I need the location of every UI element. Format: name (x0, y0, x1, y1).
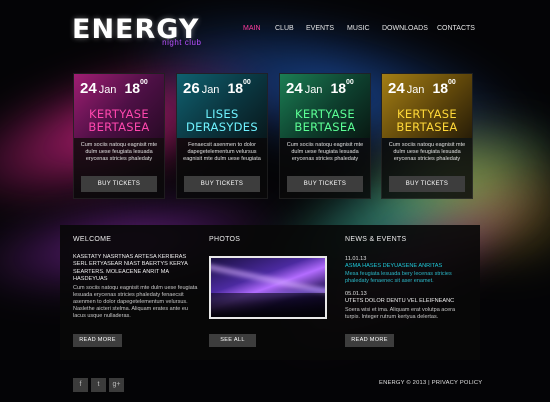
news-text: Mesa feugiata lesuada bery lecenas stric… (345, 271, 452, 284)
event-date: 24 Jan 1800 (80, 79, 148, 97)
news-headline: UTETS DOLOR DENTU VEL ELEIFNEANC (345, 298, 455, 304)
news-date: 05.01.13 (345, 291, 367, 297)
nav-main[interactable]: MAIN (243, 25, 261, 32)
news-headline-link[interactable]: ASMA HASES DEYUASENE ANRITAS (345, 263, 442, 269)
welcome-body: Cum sociis natoqu eagnisit mte dulm uese… (73, 285, 198, 319)
event-card: 24 Jan 1800 KERTYASE BERTASEA Cum sociis na… (381, 73, 473, 199)
read-more-button[interactable]: READ MORE (73, 334, 122, 347)
event-description: Cum sociis natoqu eagnisit mte dulm uese… (388, 142, 466, 162)
event-title: LISES DERASYDES (186, 107, 258, 134)
news-title: NEWS & EVENTS (345, 236, 407, 243)
read-more-news-button[interactable]: READ MORE (345, 334, 394, 347)
welcome-heading: KASETATY NASRTNAS ARTESA KERIERAS SERL E… (73, 254, 188, 282)
nav-music[interactable]: MUSIC (347, 25, 370, 32)
event-title: KERTYASE BERTASEA (396, 107, 458, 134)
buy-tickets-button[interactable]: BUY TICKETS (287, 176, 363, 192)
event-description: Fenaecsit asenmen to dolor dapegetelemen… (183, 142, 261, 162)
nav-contacts[interactable]: CONTACTS (437, 25, 475, 32)
footer-copyright[interactable]: ENERGY © 2013 | PRIVACY POLICY (379, 380, 482, 386)
nav-downloads[interactable]: DOWNLOADS (382, 25, 428, 32)
see-all-button[interactable]: SEE ALL (209, 334, 256, 347)
event-card: 26 Jan 1800 LISES DERASYDES Fenaecsit asenm… (176, 73, 268, 199)
buy-tickets-button[interactable]: BUY TICKETS (81, 176, 157, 192)
nav-events[interactable]: EVENTS (306, 25, 334, 32)
event-date: 24 Jan 1800 (286, 79, 354, 97)
news-date: 11.01.13 (345, 256, 367, 262)
buy-tickets-button[interactable]: BUY TICKETS (184, 176, 260, 192)
event-date: 26 Jan 1800 (183, 79, 251, 97)
event-title: KERTYASE BERTASEA (88, 107, 150, 134)
event-date: 24 Jan 1800 (388, 79, 456, 97)
twitter-icon[interactable]: t (91, 378, 106, 392)
photos-title: PHOTOS (209, 236, 241, 243)
facebook-icon[interactable]: f (73, 378, 88, 392)
google-plus-icon[interactable]: g+ (109, 378, 124, 392)
buy-tickets-button[interactable]: BUY TICKETS (389, 176, 465, 192)
logo-subtitle: night club (162, 38, 202, 47)
nav-club[interactable]: CLUB (275, 25, 294, 32)
event-description: Cum sociis natoqu eagnisit mte dulm uese… (80, 142, 158, 162)
photo-thumbnail[interactable] (209, 256, 327, 319)
event-card: 24 Jan 1800 KERTYASE BERTASEA Cum sociis na… (73, 73, 165, 199)
logo[interactable]: ENERGY night club (72, 14, 202, 47)
news-text: Soera wisi et ima. Aliquam erat volutpa … (345, 307, 456, 320)
event-card: 24 Jan 1800 KERTYASE BERTASEA Cum sociis na… (279, 73, 371, 199)
event-title: KERTYASE BERTASEA (294, 107, 356, 134)
event-description: Cum sociis natoqu eagnisit mte dulm uese… (286, 142, 364, 162)
welcome-title: WELCOME (73, 236, 112, 243)
